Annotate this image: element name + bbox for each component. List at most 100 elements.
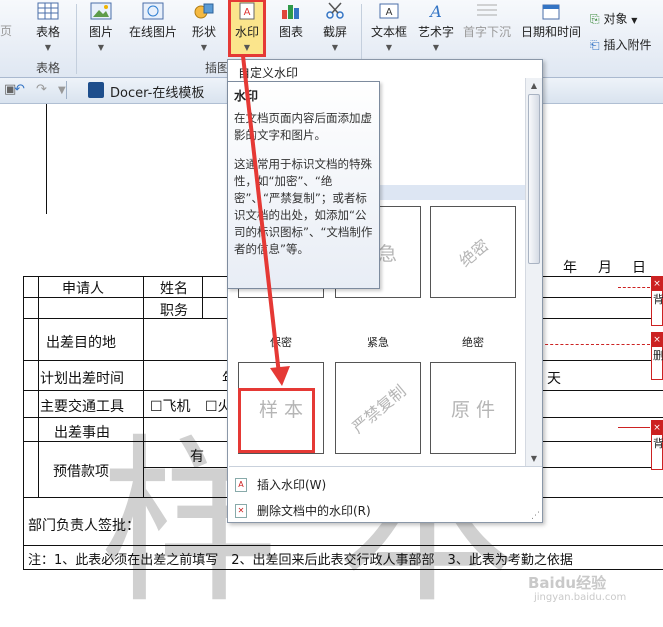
plane-checkbox[interactable]: ☐飞机	[150, 396, 191, 416]
note-text: 注：1、此表必须在出差之前填写 2、出差回来后此表交行政人事部部 3、此表为考勤…	[28, 553, 573, 568]
watermark-tile-no-copy[interactable]: 严禁复制	[335, 362, 421, 454]
menu-divider	[229, 466, 542, 467]
partial-page-label: 页	[0, 24, 13, 38]
shape-label: 形状	[191, 25, 216, 39]
object-icon: ⎘	[590, 12, 600, 26]
insert-watermark-icon: A	[235, 478, 247, 492]
attachment-label: 插入附件	[603, 38, 652, 52]
tooltip-title: 水印	[234, 89, 259, 103]
close-icon[interactable]: ×	[652, 421, 662, 435]
docer-logo-icon	[88, 82, 104, 98]
redo-button[interactable]: ↷	[36, 82, 47, 97]
chevron-down-icon: ▼	[385, 43, 393, 52]
screenshot-button[interactable]: 截屏 ▼	[318, 2, 352, 52]
watermark-label: 水印	[234, 25, 259, 39]
attachment-icon: ⎗	[590, 38, 600, 52]
date-year: 年	[563, 260, 577, 276]
resize-grip-icon[interactable]: ⋰	[531, 511, 540, 521]
watermark-tile-top-secret[interactable]: 绝密	[430, 206, 516, 298]
online-picture-icon	[142, 2, 164, 20]
purpose-label: 出差目的地	[46, 335, 116, 351]
date-month: 月	[598, 260, 612, 276]
undo-button[interactable]: ↶	[14, 82, 25, 97]
watermark-icon: A	[239, 2, 255, 20]
table-label: 表格	[35, 25, 60, 39]
scroll-down-icon[interactable]: ▼	[526, 451, 542, 466]
comment-callout[interactable]: × 背	[651, 420, 663, 470]
comment-callout[interactable]: × 删	[651, 332, 663, 380]
datetime-label: 日期和时间	[521, 25, 582, 39]
table-line	[38, 276, 39, 497]
object-button[interactable]: ⎘ 对象 ▼	[590, 10, 637, 27]
attachment-button[interactable]: ⎗ 插入附件	[590, 36, 651, 53]
delete-watermark-item[interactable]: ✕ 删除文档中的水印(R)	[229, 500, 542, 522]
calendar-icon	[542, 4, 560, 20]
wordart-icon: A	[428, 2, 442, 20]
table-icon	[37, 2, 59, 20]
close-icon[interactable]: ×	[652, 277, 662, 291]
datetime-button[interactable]: 日期和时间	[521, 2, 581, 40]
tile-label: 绝密	[462, 336, 484, 349]
docer-tab[interactable]: Docer-在线模板	[110, 82, 204, 101]
reason-label: 出差事由	[54, 425, 110, 441]
chevron-down-icon: ▼	[97, 43, 105, 52]
dropcap-icon	[477, 4, 497, 16]
svg-text:A: A	[244, 7, 251, 18]
page-margin-line	[46, 104, 47, 214]
chevron-down-icon: ▼	[44, 43, 52, 52]
comment-callout[interactable]: × 背	[651, 276, 663, 326]
dropcap-button[interactable]: 首字下沉	[462, 2, 512, 40]
svg-text:A: A	[428, 2, 442, 20]
callout-line	[540, 344, 650, 345]
site-url: jingyan.baidu.com	[534, 592, 627, 603]
tile-text: 严禁复制	[348, 381, 410, 438]
chevron-down-icon: ▼	[200, 43, 208, 52]
shape-button[interactable]: 形状 ▼	[189, 2, 219, 52]
object-label: 对象	[603, 12, 628, 26]
date-day: 日	[632, 260, 646, 276]
watermark-button[interactable]: A 水印 ▼	[228, 0, 266, 57]
tile-label: 紧急	[367, 336, 389, 349]
dropcap-label: 首字下沉	[462, 25, 511, 39]
scroll-thumb[interactable]	[528, 94, 540, 264]
picture-button[interactable]: 图片 ▼	[86, 2, 116, 52]
online-picture-label: 在线图片	[128, 25, 177, 39]
day-suffix: 天	[547, 371, 561, 387]
chart-label: 图表	[278, 25, 303, 39]
watermark-tile-original[interactable]: 原 件	[430, 362, 516, 454]
online-picture-button[interactable]: 在线图片	[126, 2, 180, 40]
scroll-up-icon[interactable]: ▲	[526, 78, 542, 93]
table-line	[143, 276, 144, 497]
planned-time-label: 计划出差时间	[40, 371, 124, 387]
table-line	[23, 545, 663, 546]
callout-text: 背	[653, 437, 663, 450]
separator	[76, 4, 77, 74]
tile-label: 保密	[270, 336, 292, 349]
applicant-label: 申请人	[62, 281, 104, 297]
textbox-button[interactable]: A 文本框 ▼	[369, 2, 409, 52]
advance-label: 预借款项	[53, 464, 109, 480]
dropdown-icon[interactable]: ▼	[58, 85, 66, 96]
table-line	[23, 569, 663, 570]
textbox-label: 文本框	[370, 25, 407, 39]
picture-icon	[90, 2, 112, 20]
close-icon[interactable]: ×	[652, 333, 662, 347]
picture-label: 图片	[88, 25, 113, 39]
table-line	[202, 276, 203, 318]
delete-watermark-icon: ✕	[235, 504, 247, 518]
textbox-icon: A	[379, 3, 399, 19]
delete-watermark-label: 删除文档中的水印(R)	[257, 504, 371, 518]
chart-icon	[282, 5, 299, 19]
chart-button[interactable]: 图表	[275, 2, 307, 40]
watermark-tooltip: 水印 在文档页面内容后面添加虚影的文字和图片。 这通常用于标识文档的特殊性，如“…	[227, 81, 380, 289]
table-button[interactable]: 表格 ▼	[33, 2, 63, 52]
transport-label: 主要交通工具	[40, 399, 124, 415]
highlight-box	[238, 388, 315, 453]
callout-text: 删	[653, 349, 663, 362]
wordart-button[interactable]: A 艺术字 ▼	[416, 2, 456, 52]
insert-watermark-item[interactable]: A 插入水印(W)	[229, 474, 542, 496]
gallery-scrollbar[interactable]: ▲ ▼	[525, 78, 542, 466]
partial-page-button[interactable]: 页	[0, 22, 12, 39]
dept-sign-label: 部门负责人签批：	[28, 518, 140, 534]
table-line	[23, 276, 24, 569]
